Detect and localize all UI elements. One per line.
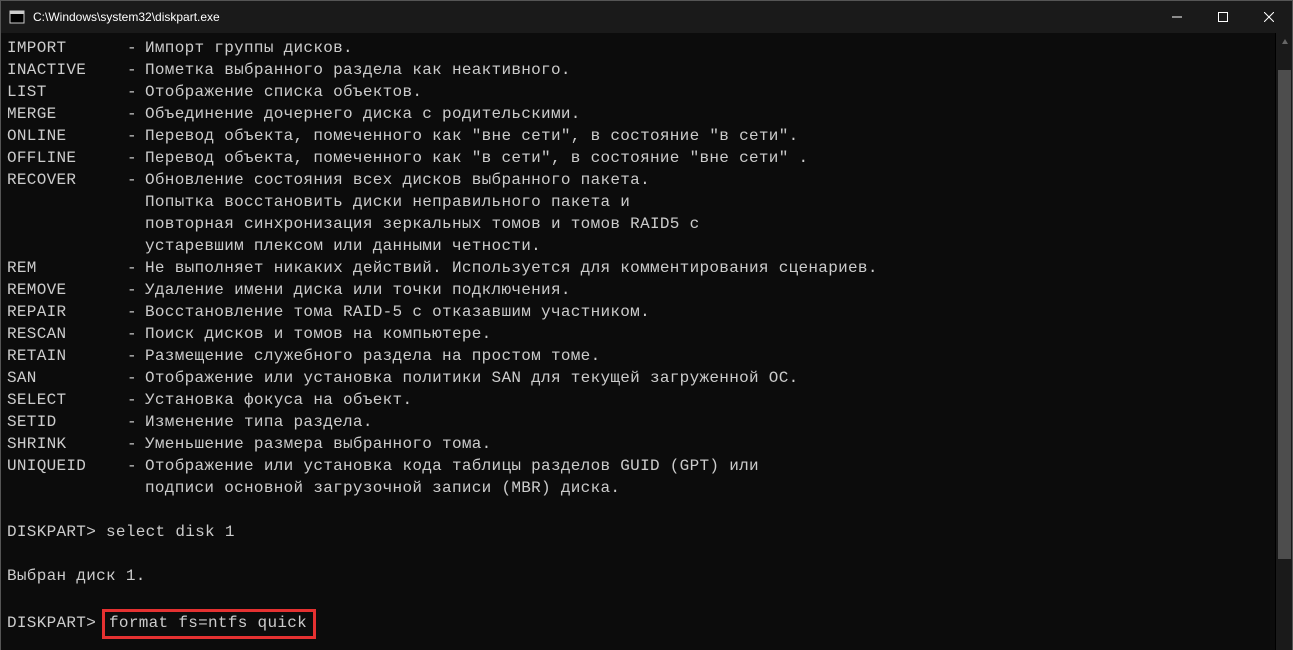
help-row: REPAIR- Восстановление тома RAID-5 с отк… [7,301,1269,323]
help-command: INACTIVE [7,59,127,81]
scroll-thumb[interactable] [1278,70,1291,559]
help-command: MERGE [7,103,127,125]
help-command: ONLINE [7,125,127,147]
typed-command: format fs=ntfs quick [109,614,307,632]
help-description: Пометка выбранного раздела как неактивно… [145,59,571,81]
help-description: Перевод объекта, помеченного как "вне се… [145,125,799,147]
help-row: SAN- Отображение или установка политики … [7,367,1269,389]
help-description: Не выполняет никаких действий. Используе… [145,257,878,279]
maximize-button[interactable] [1200,1,1246,33]
typed-command: select disk 1 [106,523,235,541]
help-dash: - [127,147,145,169]
response-line: Выбран диск 1. [7,565,1269,587]
prompt-line: DISKPART> format fs=ntfs quick [7,609,1269,639]
help-command: IMPORT [7,37,127,59]
help-command: LIST [7,81,127,103]
help-row: REMOVE- Удаление имени диска или точки п… [7,279,1269,301]
close-button[interactable] [1246,1,1292,33]
title-bar[interactable]: C:\Windows\system32\diskpart.exe [1,1,1292,33]
help-dash: - [127,103,145,125]
help-description: Размещение служебного раздела на простом… [145,345,600,367]
help-row: MERGE- Объединение дочернего диска с род… [7,103,1269,125]
help-command: REMOVE [7,279,127,301]
help-description: Перевод объекта, помеченного как "в сети… [145,147,808,169]
help-row: LIST- Отображение списка объектов. [7,81,1269,103]
help-row: UNIQUEID- Отображение или установка кода… [7,455,1269,477]
prompt: DISKPART> [7,523,106,541]
help-row: ONLINE- Перевод объекта, помеченного как… [7,125,1269,147]
help-description: Отображение списка объектов. [145,81,422,103]
help-row: IMPORT- Импорт группы дисков. [7,37,1269,59]
help-dash: - [127,389,145,411]
prompt: DISKPART> [7,614,106,632]
help-description: Импорт группы дисков. [145,37,353,59]
help-command: OFFLINE [7,147,127,169]
help-table: IMPORT- Импорт группы дисков.INACTIVE- П… [7,37,1269,499]
help-row: повторная синхронизация зеркальных томов… [7,213,1269,235]
help-description: Отображение или установка политики SAN д… [145,367,799,389]
help-dash: - [127,367,145,389]
help-dash: - [127,257,145,279]
prompt-line: DISKPART> select disk 1 [7,521,1269,543]
help-dash: - [127,455,145,477]
help-dash: - [127,37,145,59]
window-title: C:\Windows\system32\diskpart.exe [33,10,220,24]
help-command: REM [7,257,127,279]
client-area: IMPORT- Импорт группы дисков.INACTIVE- П… [1,33,1292,650]
minimize-button[interactable] [1154,1,1200,33]
highlighted-command: format fs=ntfs quick [102,609,316,639]
help-command: REPAIR [7,301,127,323]
help-command: UNIQUEID [7,455,127,477]
help-description: устаревшим плексом или данными четности. [145,235,541,257]
help-dash: - [127,59,145,81]
help-dash: - [127,345,145,367]
help-row: подписи основной загрузочной записи (MBR… [7,477,1269,499]
help-dash: - [127,169,145,191]
help-description: Установка фокуса на объект. [145,389,412,411]
help-row: INACTIVE- Пометка выбранного раздела как… [7,59,1269,81]
help-description: Удаление имени диска или точки подключен… [145,279,571,301]
help-command: RECOVER [7,169,127,191]
help-dash: - [127,125,145,147]
help-command: SELECT [7,389,127,411]
help-dash: - [127,279,145,301]
help-dash: - [127,323,145,345]
help-row: SELECT- Установка фокуса на объект. [7,389,1269,411]
help-row: OFFLINE- Перевод объекта, помеченного ка… [7,147,1269,169]
help-description: Уменьшение размера выбранного тома. [145,433,492,455]
help-row: SHRINK- Уменьшение размера выбранного то… [7,433,1269,455]
help-description: подписи основной загрузочной записи (MBR… [145,477,620,499]
help-description: Попытка восстановить диски неправильного… [145,191,630,213]
app-icon [9,9,25,25]
help-row: устаревшим плексом или данными четности. [7,235,1269,257]
help-command: RETAIN [7,345,127,367]
help-description: Обновление состояния всех дисков выбранн… [145,169,650,191]
vertical-scrollbar[interactable] [1275,33,1292,650]
help-command: SAN [7,367,127,389]
help-row: RESCAN- Поиск дисков и томов на компьюте… [7,323,1269,345]
help-command: SHRINK [7,433,127,455]
help-row: RETAIN- Размещение служебного раздела на… [7,345,1269,367]
help-description: Объединение дочернего диска с родительск… [145,103,581,125]
help-dash: - [127,411,145,433]
terminal-output[interactable]: IMPORT- Импорт группы дисков.INACTIVE- П… [1,33,1275,650]
help-row: SETID- Изменение типа раздела. [7,411,1269,433]
help-description: повторная синхронизация зеркальных томов… [145,213,700,235]
help-description: Восстановление тома RAID-5 с отказавшим … [145,301,650,323]
help-description: Отображение или установка кода таблицы р… [145,455,759,477]
help-command: SETID [7,411,127,433]
help-row: REM- Не выполняет никаких действий. Испо… [7,257,1269,279]
help-dash: - [127,301,145,323]
help-dash: - [127,433,145,455]
help-row: Попытка восстановить диски неправильного… [7,191,1269,213]
scroll-up-button[interactable] [1276,33,1293,50]
help-description: Изменение типа раздела. [145,411,373,433]
help-description: Поиск дисков и томов на компьютере. [145,323,492,345]
console-window: C:\Windows\system32\diskpart.exe IMPORT-… [0,0,1293,650]
help-dash: - [127,81,145,103]
help-row: RECOVER- Обновление состояния всех диско… [7,169,1269,191]
help-command: RESCAN [7,323,127,345]
